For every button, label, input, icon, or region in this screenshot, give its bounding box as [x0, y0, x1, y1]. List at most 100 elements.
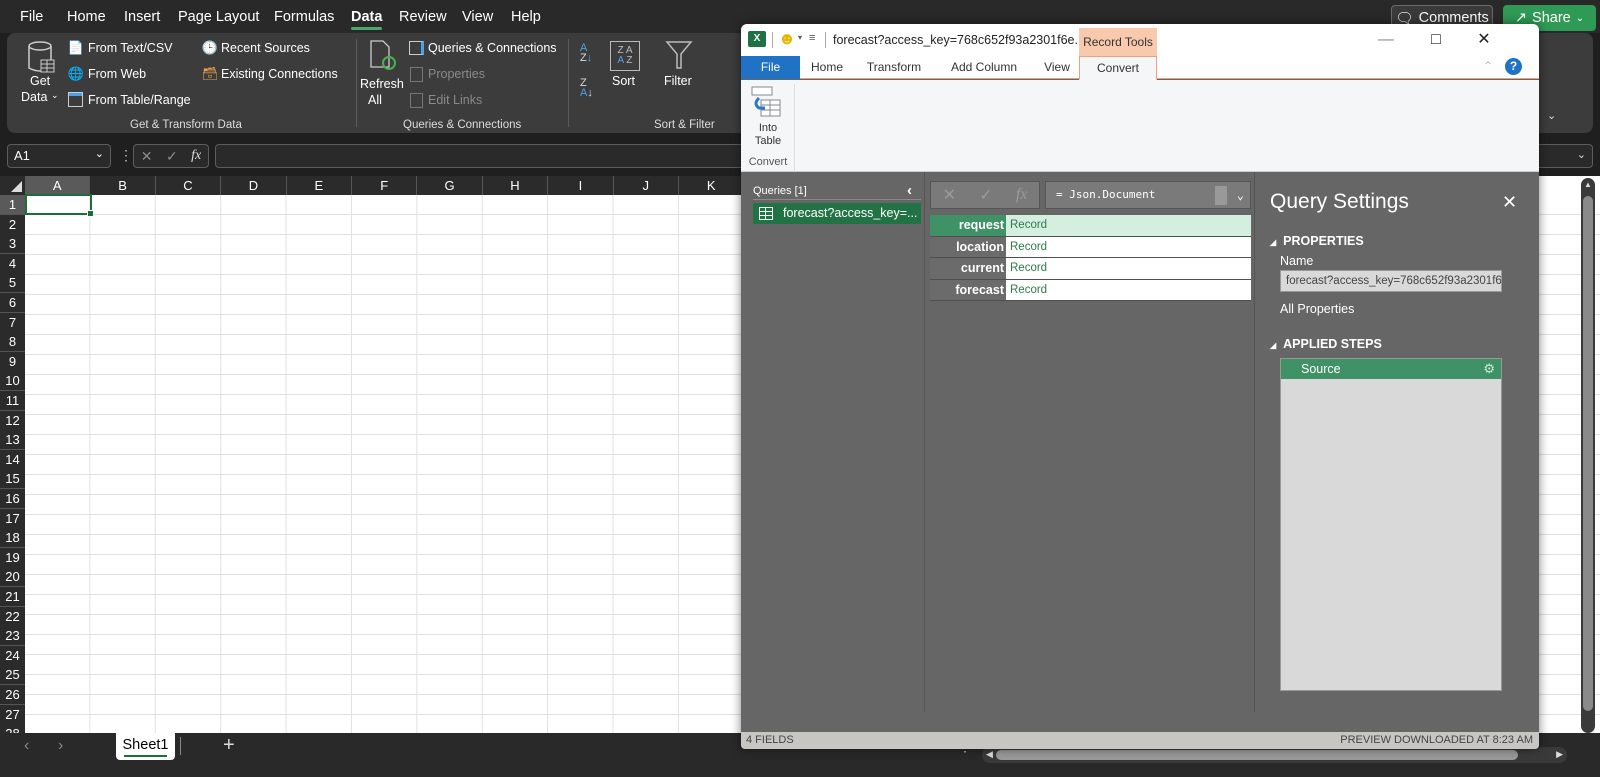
row-header-17[interactable]: 17 [0, 508, 25, 529]
minimize-button[interactable]: — [1363, 28, 1409, 52]
row-header-6[interactable]: 6 [0, 293, 25, 313]
column-header-j[interactable]: J [613, 176, 679, 195]
scroll-right-icon[interactable]: ▶ [1556, 749, 1563, 760]
query-name-input[interactable]: forecast?access_key=768c652f93a2301f6e [1280, 270, 1502, 292]
column-header-d[interactable]: D [221, 176, 287, 195]
insert-function-icon[interactable]: fx [1016, 186, 1028, 204]
row-header-24[interactable]: 24 [0, 645, 25, 666]
customize-qat-icon[interactable]: ≡ [809, 32, 815, 44]
row-header-1[interactable]: 1 [0, 195, 25, 215]
enter-icon[interactable]: ✓ [979, 185, 992, 205]
column-header-b[interactable]: B [90, 176, 156, 195]
column-header-c[interactable]: C [155, 176, 222, 195]
collapse-ribbon-icon[interactable]: ⌃ [1483, 59, 1493, 73]
existing-connections-button[interactable]: Existing Connections [221, 67, 338, 81]
collapse-queries-icon[interactable]: ‹ [907, 182, 912, 199]
row-header-7[interactable]: 7 [0, 312, 25, 333]
record-row[interactable]: location Record [930, 236, 1251, 258]
scroll-left-icon[interactable]: ◀ [986, 749, 993, 760]
select-all-button[interactable] [0, 176, 25, 195]
next-sheet-icon[interactable]: › [58, 737, 63, 755]
row-header-8[interactable]: 8 [0, 332, 25, 353]
row-header-12[interactable]: 12 [0, 410, 25, 431]
column-header-e[interactable]: E [286, 176, 352, 195]
column-header-h[interactable]: H [482, 176, 549, 195]
vertical-scrollbar[interactable]: ▲ [1581, 178, 1595, 733]
row-header-10[interactable]: 10 [0, 371, 25, 392]
row-header-21[interactable]: 21 [0, 587, 25, 607]
tab-home[interactable]: Home [800, 56, 854, 79]
row-header-20[interactable]: 20 [0, 567, 25, 588]
query-item[interactable]: forecast?access_key=... [753, 203, 921, 224]
menu-review[interactable]: Review [399, 9, 447, 25]
cancel-icon[interactable]: ✕ [943, 185, 956, 205]
menu-data[interactable]: Data [351, 9, 383, 30]
sort-button[interactable]: Sort [612, 74, 635, 88]
record-value-link[interactable]: Record [1006, 279, 1251, 300]
row-header-2[interactable]: 2 [0, 214, 25, 235]
applied-steps-section-header[interactable]: ◢ APPLIED STEPS [1270, 337, 1382, 351]
sort-az-icon[interactable]: A Z↓ [580, 43, 592, 64]
chevron-down-icon[interactable]: ▾ [798, 33, 802, 42]
properties-section-header[interactable]: ◢ PROPERTIES [1270, 234, 1364, 248]
row-header-11[interactable]: 11 [0, 391, 25, 411]
sort-za-icon[interactable]: Z A↓ [580, 78, 593, 99]
into-table-button[interactable]: Into Table Convert [741, 84, 795, 172]
column-header-g[interactable]: G [417, 176, 483, 195]
sheet-tab-sheet1[interactable]: Sheet1 [116, 733, 175, 760]
tab-add-column[interactable]: Add Column [934, 56, 1034, 79]
insert-function-icon[interactable]: fx [191, 148, 201, 164]
row-header-18[interactable]: 18 [0, 528, 25, 549]
get-data-label2[interactable]: Data [21, 90, 47, 104]
row-header-23[interactable]: 23 [0, 626, 25, 647]
step-source[interactable]: Source ⚙ [1281, 359, 1501, 379]
enter-icon[interactable]: ✓ [166, 148, 178, 165]
row-header-9[interactable]: 9 [0, 351, 25, 372]
from-table-range-button[interactable]: From Table/Range [88, 93, 191, 107]
menu-file[interactable]: File [20, 9, 43, 25]
formula-scroll-thumb[interactable] [1215, 186, 1227, 205]
row-header-3[interactable]: 3 [0, 234, 25, 255]
record-row[interactable]: request Record [930, 215, 1251, 237]
record-row[interactable]: forecast Record [930, 279, 1251, 301]
menu-page-layout[interactable]: Page Layout [178, 9, 259, 25]
vertical-scroll-thumb[interactable] [1583, 196, 1593, 711]
maximize-button[interactable]: □ [1413, 28, 1459, 52]
column-header-f[interactable]: F [352, 176, 418, 195]
tab-file[interactable]: File [741, 56, 800, 79]
refresh-all-button[interactable]: Refresh [360, 77, 404, 91]
row-header-4[interactable]: 4 [0, 253, 25, 274]
column-header-a[interactable]: A [25, 176, 91, 195]
from-web-button[interactable]: From Web [88, 67, 146, 81]
all-properties-link[interactable]: All Properties [1280, 302, 1354, 316]
get-data-button[interactable]: Get [30, 74, 50, 88]
cancel-icon[interactable]: ✕ [141, 148, 153, 165]
queries-connections-button[interactable]: Queries & Connections [428, 41, 557, 55]
row-header-13[interactable]: 13 [0, 430, 25, 451]
record-row[interactable]: current Record [930, 258, 1251, 280]
menu-home[interactable]: Home [67, 9, 106, 25]
selected-cell[interactable] [25, 194, 94, 217]
horizontal-scrollbar[interactable]: ◀ ▶ [982, 747, 1567, 763]
row-header-27[interactable]: 27 [0, 704, 25, 725]
smiley-feedback-icon[interactable]: ☻ [778, 29, 796, 49]
tab-transform[interactable]: Transform [854, 56, 934, 79]
from-text-csv-button[interactable]: From Text/CSV [88, 41, 173, 55]
prev-sheet-icon[interactable]: ‹ [24, 737, 29, 755]
row-header-25[interactable]: 25 [0, 665, 25, 686]
menu-formulas[interactable]: Formulas [274, 9, 334, 25]
properties-button[interactable]: Properties [428, 67, 485, 81]
chevron-down-icon[interactable]: ⌄ [1237, 182, 1244, 208]
row-header-14[interactable]: 14 [0, 449, 25, 470]
scroll-up-icon[interactable]: ▲ [1584, 180, 1592, 189]
help-icon[interactable]: ? [1505, 58, 1522, 75]
row-header-22[interactable]: 22 [0, 606, 25, 627]
filter-button[interactable]: Filter [664, 74, 692, 88]
refresh-all-label2[interactable]: All [368, 93, 382, 107]
record-value-link[interactable]: Record [1006, 258, 1251, 279]
record-value-link[interactable]: Record [1006, 215, 1251, 236]
tab-view[interactable]: View [1034, 56, 1080, 79]
close-settings-icon[interactable]: ✕ [1502, 192, 1517, 213]
horizontal-scroll-thumb[interactable] [996, 750, 1518, 760]
column-header-i[interactable]: I [548, 176, 614, 195]
